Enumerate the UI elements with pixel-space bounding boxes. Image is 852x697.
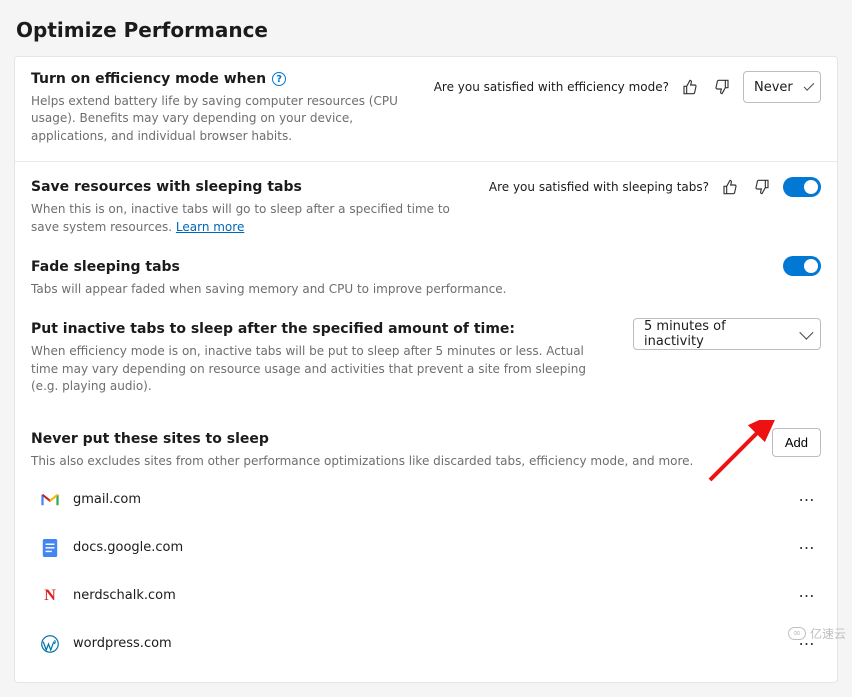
efficiency-title: Turn on efficiency mode when: [31, 71, 266, 87]
site-favicon: N: [41, 587, 59, 605]
section-efficiency-mode: Turn on efficiency mode when ? Helps ext…: [15, 57, 837, 162]
sleeping-tabs-toggle[interactable]: [783, 177, 821, 197]
site-favicon: [41, 635, 59, 653]
section-never-sleep: Never put these sites to sleep This also…: [15, 414, 837, 470]
never-sleep-desc: This also excludes sites from other perf…: [31, 453, 693, 470]
inactive-title: Put inactive tabs to sleep after the spe…: [31, 321, 515, 337]
more-options-button[interactable]: ⋯: [793, 582, 821, 610]
fade-toggle[interactable]: [783, 256, 821, 276]
site-name: docs.google.com: [73, 540, 779, 555]
watermark: ∞ 亿速云: [788, 625, 846, 642]
inactive-desc: When efficiency mode is on, inactive tab…: [31, 343, 601, 395]
fade-title: Fade sleeping tabs: [31, 259, 180, 275]
section-fade-tabs: Fade sleeping tabs Tabs will appear fade…: [15, 242, 837, 304]
chevron-down-icon: [803, 80, 814, 91]
site-name: wordpress.com: [73, 636, 779, 651]
sleeping-feedback-question: Are you satisfied with sleeping tabs?: [489, 180, 709, 194]
page-title: Optimize Performance: [16, 18, 838, 42]
site-name: nerdschalk.com: [73, 588, 779, 603]
section-sleeping-tabs: Save resources with sleeping tabs When t…: [15, 162, 837, 242]
sleeping-desc: When this is on, inactive tabs will go t…: [31, 201, 473, 236]
site-row: Nnerdschalk.com ⋯: [31, 572, 821, 620]
thumbs-up-icon[interactable]: [719, 176, 741, 198]
site-favicon: [41, 539, 59, 557]
efficiency-feedback-question: Are you satisfied with efficiency mode?: [434, 80, 669, 94]
thumbs-up-icon[interactable]: [679, 76, 701, 98]
add-site-button[interactable]: Add: [772, 428, 821, 457]
sleeping-title: Save resources with sleeping tabs: [31, 179, 302, 195]
learn-more-link[interactable]: Learn more: [176, 220, 244, 234]
chevron-down-icon: [799, 326, 813, 340]
efficiency-mode-select[interactable]: Never: [743, 71, 821, 103]
site-list: gmail.com⋯docs.google.com⋯Nnerdschalk.co…: [15, 470, 837, 682]
info-icon[interactable]: ?: [272, 72, 286, 86]
more-options-button[interactable]: ⋯: [793, 534, 821, 562]
site-row: gmail.com ⋯: [31, 476, 821, 524]
site-name: gmail.com: [73, 492, 779, 507]
site-row: docs.google.com ⋯: [31, 524, 821, 572]
more-options-button[interactable]: ⋯: [793, 486, 821, 514]
thumbs-down-icon[interactable]: [751, 176, 773, 198]
fade-desc: Tabs will appear faded when saving memor…: [31, 281, 506, 298]
efficiency-mode-value: Never: [754, 80, 793, 95]
inactive-time-select[interactable]: 5 minutes of inactivity: [633, 318, 821, 350]
settings-card: Turn on efficiency mode when ? Helps ext…: [14, 56, 838, 683]
thumbs-down-icon[interactable]: [711, 76, 733, 98]
site-favicon: [41, 491, 59, 509]
section-inactive-time: Put inactive tabs to sleep after the spe…: [15, 304, 837, 413]
efficiency-desc: Helps extend battery life by saving comp…: [31, 93, 418, 145]
site-row: wordpress.com⋯: [31, 620, 821, 668]
never-sleep-title: Never put these sites to sleep: [31, 431, 269, 447]
inactive-time-value: 5 minutes of inactivity: [644, 319, 788, 349]
